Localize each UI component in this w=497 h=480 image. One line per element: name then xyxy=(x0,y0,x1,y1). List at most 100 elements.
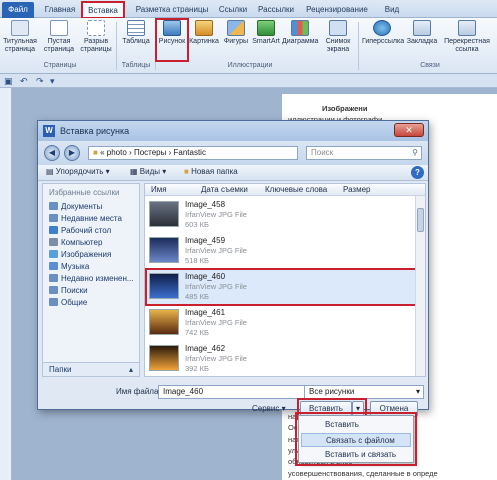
documents-icon xyxy=(49,202,58,210)
file-size: 603 КБ xyxy=(185,220,209,229)
breadcrumb-fantastic[interactable]: Fantastic xyxy=(174,148,206,157)
ribbon-separator xyxy=(155,22,156,70)
clipart-button[interactable]: Картинка xyxy=(188,20,220,46)
service-label: Сервис xyxy=(252,404,280,413)
tab-home[interactable]: Главная xyxy=(40,2,80,18)
organize-button[interactable]: ▤ Упорядочить ▾ xyxy=(46,167,110,176)
blank-page-button[interactable]: Пустая страница xyxy=(42,20,76,54)
nav-searches[interactable]: Поиски xyxy=(49,286,88,295)
nav-documents[interactable]: Документы xyxy=(49,202,102,211)
cover-page-button[interactable]: Титульная страница xyxy=(2,20,38,54)
undo-icon[interactable]: ↶ xyxy=(20,76,28,87)
cross-reference-label: Перекрестная ссылка xyxy=(444,38,490,53)
chart-button[interactable]: Диаграмма xyxy=(282,20,318,46)
address-bar[interactable]: ■ « photo › Постеры › Fantastic xyxy=(88,146,298,160)
document-text-line: Изображени xyxy=(322,104,368,113)
new-folder-button[interactable]: ■ Новая папка xyxy=(184,167,238,176)
organize-icon: ▤ xyxy=(46,167,54,176)
page-break-label: Разрыв страницы xyxy=(80,38,112,53)
ribbon-separator xyxy=(358,22,359,70)
bookmark-label: Закладка xyxy=(406,38,438,45)
shapes-button[interactable]: Фигуры xyxy=(222,20,250,46)
smartart-button[interactable]: SmartArt xyxy=(252,20,280,46)
nav-label: Недавние места xyxy=(61,214,122,223)
file-row[interactable]: Image_459 IrfanView JPG File 518 КБ xyxy=(147,234,415,268)
customize-qat-icon[interactable]: ▾ xyxy=(50,76,55,87)
cross-reference-button[interactable]: Перекрестная ссылка xyxy=(440,20,494,54)
breadcrumb-photo[interactable]: photo xyxy=(107,148,127,157)
nav-desktop[interactable]: Рабочий стол xyxy=(49,226,111,235)
file-name: Image_461 xyxy=(185,308,226,317)
dialog-title: Вставка рисунка xyxy=(60,126,130,136)
group-pages-label: Страницы xyxy=(43,62,77,69)
new-folder-icon: ■ xyxy=(184,167,189,176)
search-input[interactable]: Поиск ⚲ xyxy=(306,146,422,160)
nav-music[interactable]: Музыка xyxy=(49,262,89,271)
file-type: IrfanView JPG File xyxy=(185,246,247,255)
column-size[interactable]: Размер xyxy=(343,185,371,194)
tab-file[interactable]: Файл xyxy=(2,2,34,18)
computer-icon xyxy=(49,238,58,246)
back-button[interactable]: ◀ xyxy=(44,145,60,161)
search-icon[interactable]: ⚲ xyxy=(412,147,418,159)
dialog-titlebar[interactable]: W Вставка рисунка ✕ xyxy=(38,121,428,141)
column-keywords[interactable]: Ключевые слова xyxy=(265,185,327,194)
forward-button[interactable]: ▶ xyxy=(64,145,80,161)
tab-page-layout[interactable]: Разметка страницы xyxy=(132,2,212,18)
nav-label: Документы xyxy=(61,202,103,211)
bookmark-button[interactable]: Закладка xyxy=(406,20,438,46)
file-row[interactable]: Image_461 IrfanView JPG File 742 КБ xyxy=(147,306,415,340)
smartart-icon xyxy=(257,20,275,36)
tab-mailings[interactable]: Рассылки xyxy=(256,2,296,18)
filetype-select[interactable]: Все рисунки ▾ xyxy=(304,385,424,399)
help-icon[interactable]: ? xyxy=(411,166,424,179)
file-row[interactable]: Image_458 IrfanView JPG File 603 КБ xyxy=(147,198,415,232)
nav-label: Общие xyxy=(61,298,88,307)
nav-pictures[interactable]: Изображения xyxy=(49,250,111,259)
file-type: IrfanView JPG File xyxy=(185,210,247,219)
column-date-taken[interactable]: Дата съемки xyxy=(201,185,248,194)
vertical-ruler xyxy=(0,88,12,480)
group-links-label: Связи xyxy=(420,62,440,69)
cover-page-label: Титульная страница xyxy=(3,38,37,53)
breadcrumb-separator: › xyxy=(168,148,172,157)
nav-recently-changed[interactable]: Недавно изменен... xyxy=(49,274,134,283)
hyperlink-icon xyxy=(373,20,391,36)
file-row[interactable]: Image_460 IrfanView JPG File 485 КБ xyxy=(145,268,417,306)
table-button[interactable]: Таблица xyxy=(120,20,152,46)
cover-page-icon xyxy=(11,20,29,36)
breadcrumb-posters[interactable]: Постеры xyxy=(134,148,166,157)
tab-review[interactable]: Рецензирование xyxy=(300,2,374,18)
hyperlink-label: Гиперссылка xyxy=(362,38,405,45)
screenshot-icon xyxy=(329,20,347,36)
group-illustrations-label: Иллюстрации xyxy=(227,62,273,69)
menu-highlight xyxy=(295,412,417,466)
screenshot-button[interactable]: Снимок экрана xyxy=(322,20,354,54)
forward-arrow-icon: ▶ xyxy=(68,148,76,157)
hyperlink-button[interactable]: Гиперссылка xyxy=(362,20,405,46)
nav-computer[interactable]: Компьютер xyxy=(49,238,102,247)
tab-references[interactable]: Ссылки xyxy=(216,2,250,18)
save-icon[interactable]: ▣ xyxy=(4,76,13,87)
organize-label: Упорядочить xyxy=(55,167,104,176)
picture-button[interactable]: Рисунок xyxy=(155,18,189,62)
service-button[interactable]: Сервис ▾ xyxy=(252,404,286,413)
tab-view[interactable]: Вид xyxy=(380,2,404,18)
tab-insert[interactable]: Вставка xyxy=(81,1,125,19)
views-button[interactable]: ▦ Виды ▾ xyxy=(130,167,166,176)
page-break-button[interactable]: Разрыв страницы xyxy=(78,20,114,54)
redo-icon[interactable]: ↷ xyxy=(36,76,44,87)
scrollbar-thumb[interactable] xyxy=(417,208,424,232)
column-name[interactable]: Имя xyxy=(151,185,167,194)
vertical-scrollbar[interactable] xyxy=(415,196,425,376)
favorites-pane: Избранные ссылки Документы Недавние мест… xyxy=(42,183,140,377)
document-text-line: усовершенствования, сделанные в опреде xyxy=(288,468,438,478)
table-icon xyxy=(127,20,145,36)
image-thumbnail xyxy=(149,309,179,335)
close-button[interactable]: ✕ xyxy=(394,123,424,137)
file-row[interactable]: Image_462 IrfanView JPG File 392 КБ xyxy=(147,342,415,376)
nav-public[interactable]: Общие xyxy=(49,298,87,307)
folders-toggle[interactable]: Папки ▴ xyxy=(43,362,139,376)
nav-recent-places[interactable]: Недавние места xyxy=(49,214,122,223)
smartart-label: SmartArt xyxy=(252,38,280,45)
